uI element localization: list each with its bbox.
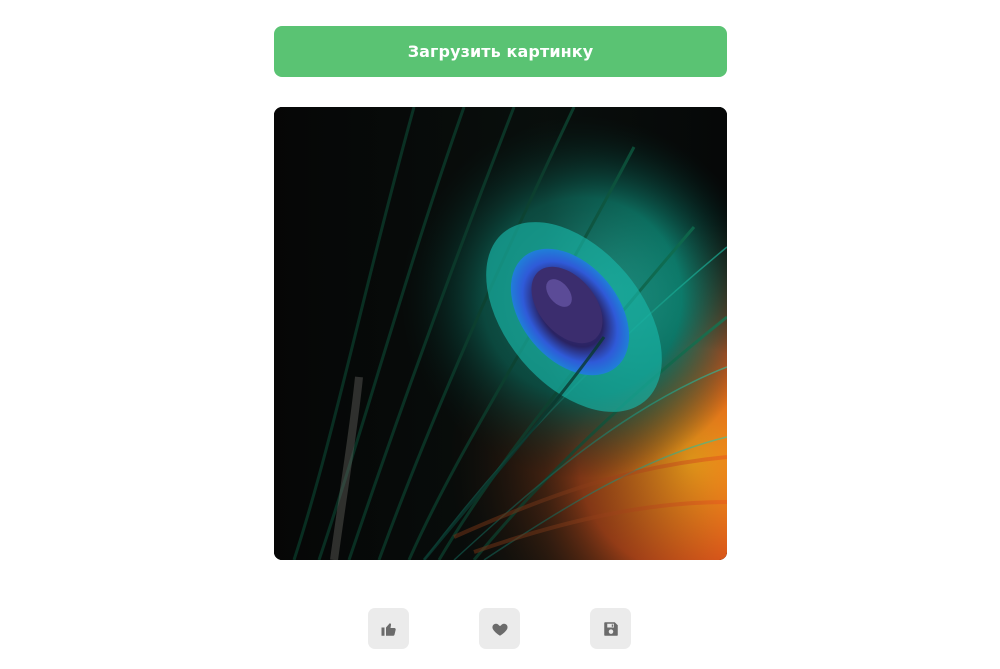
like-button[interactable]: [368, 608, 409, 649]
save-button[interactable]: [590, 608, 631, 649]
heart-icon: [491, 620, 509, 638]
favorite-button[interactable]: [479, 608, 520, 649]
upload-image-button-label: Загрузить картинку: [407, 42, 594, 61]
peacock-feather-image: [274, 107, 727, 560]
image-actions: [368, 608, 632, 649]
floppy-disk-icon: [602, 620, 620, 638]
thumbs-up-icon: [380, 620, 398, 638]
page: Загрузить картинку: [0, 0, 1000, 669]
upload-image-button[interactable]: Загрузить картинку: [274, 26, 727, 77]
uploaded-image: [274, 107, 727, 560]
